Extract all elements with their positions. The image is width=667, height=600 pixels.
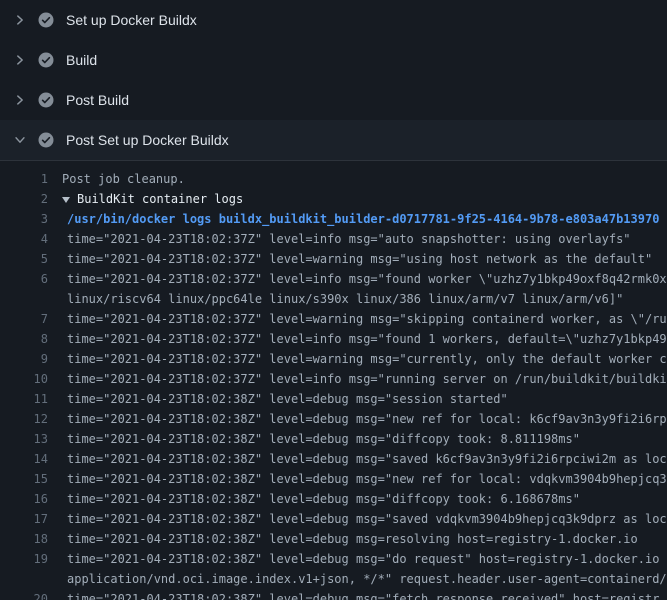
chevron-right-icon[interactable]	[12, 92, 28, 108]
log-text: time="2021-04-23T18:02:37Z" level=info m…	[62, 369, 667, 389]
chevron-down-icon[interactable]	[12, 132, 28, 148]
log-line: 14 time="2021-04-23T18:02:38Z" level=deb…	[0, 449, 667, 469]
check-circle-icon	[38, 12, 54, 28]
log-text: time="2021-04-23T18:02:38Z" level=debug …	[62, 529, 667, 549]
log-text: /usr/bin/docker logs buildx_buildkit_bui…	[62, 209, 667, 229]
line-number-empty	[0, 569, 62, 589]
line-number[interactable]: 9	[0, 349, 62, 369]
line-number[interactable]: 5	[0, 249, 62, 269]
log-line: 11 time="2021-04-23T18:02:38Z" level=deb…	[0, 389, 667, 409]
log-text: time="2021-04-23T18:02:38Z" level=debug …	[62, 389, 667, 409]
step-section-header[interactable]: Post Build	[0, 80, 667, 120]
step-section-header[interactable]: Post Set up Docker Buildx	[0, 120, 667, 161]
log-line-continuation: linux/riscv64 linux/ppc64le linux/s390x …	[0, 289, 667, 309]
line-number[interactable]: 13	[0, 429, 62, 449]
log-group-header[interactable]: 2 BuildKit container logs	[0, 189, 667, 209]
step-name: Build	[66, 52, 97, 68]
step-name: Post Set up Docker Buildx	[66, 132, 229, 148]
log-line: 15 time="2021-04-23T18:02:38Z" level=deb…	[0, 469, 667, 489]
log-text: time="2021-04-23T18:02:37Z" level=warnin…	[62, 249, 667, 269]
log-line: 4 time="2021-04-23T18:02:37Z" level=info…	[0, 229, 667, 249]
log-line: 19 time="2021-04-23T18:02:38Z" level=deb…	[0, 549, 667, 569]
line-number[interactable]: 15	[0, 469, 62, 489]
line-number[interactable]: 10	[0, 369, 62, 389]
step-section-header[interactable]: Build	[0, 40, 667, 80]
log-text: time="2021-04-23T18:02:37Z" level=warnin…	[62, 349, 667, 369]
log-text: Post job cleanup.	[62, 169, 667, 189]
log-text: time="2021-04-23T18:02:38Z" level=debug …	[62, 409, 667, 429]
line-number[interactable]: 14	[0, 449, 62, 469]
log-text: time="2021-04-23T18:02:38Z" level=debug …	[62, 549, 667, 569]
log-text: BuildKit container logs	[77, 189, 667, 209]
line-number-empty	[0, 289, 62, 309]
log-line: 13 time="2021-04-23T18:02:38Z" level=deb…	[0, 429, 667, 449]
check-circle-icon	[38, 52, 54, 68]
line-number[interactable]: 2	[0, 189, 62, 209]
line-number[interactable]: 4	[0, 229, 62, 249]
log-text: time="2021-04-23T18:02:37Z" level=info m…	[62, 229, 667, 249]
step-section-header[interactable]: Set up Docker Buildx	[0, 0, 667, 40]
log-line: 9 time="2021-04-23T18:02:37Z" level=warn…	[0, 349, 667, 369]
chevron-right-icon[interactable]	[12, 12, 28, 28]
check-circle-icon	[38, 132, 54, 148]
log-text: time="2021-04-23T18:02:38Z" level=debug …	[62, 429, 667, 449]
chevron-right-icon[interactable]	[12, 52, 28, 68]
log-line: 16 time="2021-04-23T18:02:38Z" level=deb…	[0, 489, 667, 509]
log-text: time="2021-04-23T18:02:38Z" level=debug …	[62, 489, 667, 509]
line-number[interactable]: 8	[0, 329, 62, 349]
log-line: 5 time="2021-04-23T18:02:37Z" level=warn…	[0, 249, 667, 269]
log-text: time="2021-04-23T18:02:38Z" level=debug …	[62, 469, 667, 489]
step-name: Post Build	[66, 92, 129, 108]
log-line-continuation: application/vnd.oci.image.index.v1+json,…	[0, 569, 667, 589]
log-line: 7 time="2021-04-23T18:02:37Z" level=warn…	[0, 309, 667, 329]
log-line: 1 Post job cleanup.	[0, 169, 667, 189]
log-line: 6 time="2021-04-23T18:02:37Z" level=info…	[0, 269, 667, 289]
line-number[interactable]: 12	[0, 409, 62, 429]
log-line: 12 time="2021-04-23T18:02:38Z" level=deb…	[0, 409, 667, 429]
line-number[interactable]: 17	[0, 509, 62, 529]
line-number[interactable]: 1	[0, 169, 62, 189]
line-number[interactable]: 16	[0, 489, 62, 509]
log-text: application/vnd.oci.image.index.v1+json,…	[62, 569, 667, 589]
log-line: 10 time="2021-04-23T18:02:37Z" level=inf…	[0, 369, 667, 389]
check-circle-icon	[38, 92, 54, 108]
log-text: linux/riscv64 linux/ppc64le linux/s390x …	[62, 289, 667, 309]
log-text: time="2021-04-23T18:02:37Z" level=warnin…	[62, 309, 667, 329]
line-number[interactable]: 6	[0, 269, 62, 289]
step-name: Set up Docker Buildx	[66, 12, 197, 28]
log-line: 3 /usr/bin/docker logs buildx_buildkit_b…	[0, 209, 667, 229]
line-number[interactable]: 7	[0, 309, 62, 329]
log-text: time="2021-04-23T18:02:37Z" level=info m…	[62, 269, 667, 289]
workflow-log-viewer: Set up Docker Buildx Build Post Build Po…	[0, 0, 667, 600]
line-number[interactable]: 18	[0, 529, 62, 549]
line-number[interactable]: 20	[0, 589, 62, 600]
line-number[interactable]: 3	[0, 209, 62, 229]
group-caret-icon[interactable]	[62, 197, 70, 203]
log-panel: 1 Post job cleanup. 2 BuildKit container…	[0, 161, 667, 600]
log-line: 20 time="2021-04-23T18:02:38Z" level=deb…	[0, 589, 667, 600]
line-number[interactable]: 19	[0, 549, 62, 569]
steps-list: Set up Docker Buildx Build Post Build Po…	[0, 0, 667, 161]
log-text: time="2021-04-23T18:02:37Z" level=info m…	[62, 329, 667, 349]
line-number[interactable]: 11	[0, 389, 62, 409]
log-text: time="2021-04-23T18:02:38Z" level=debug …	[62, 449, 667, 469]
log-line: 17 time="2021-04-23T18:02:38Z" level=deb…	[0, 509, 667, 529]
log-line: 8 time="2021-04-23T18:02:37Z" level=info…	[0, 329, 667, 349]
log-line: 18 time="2021-04-23T18:02:38Z" level=deb…	[0, 529, 667, 549]
log-text: time="2021-04-23T18:02:38Z" level=debug …	[62, 589, 667, 600]
log-text: time="2021-04-23T18:02:38Z" level=debug …	[62, 509, 667, 529]
